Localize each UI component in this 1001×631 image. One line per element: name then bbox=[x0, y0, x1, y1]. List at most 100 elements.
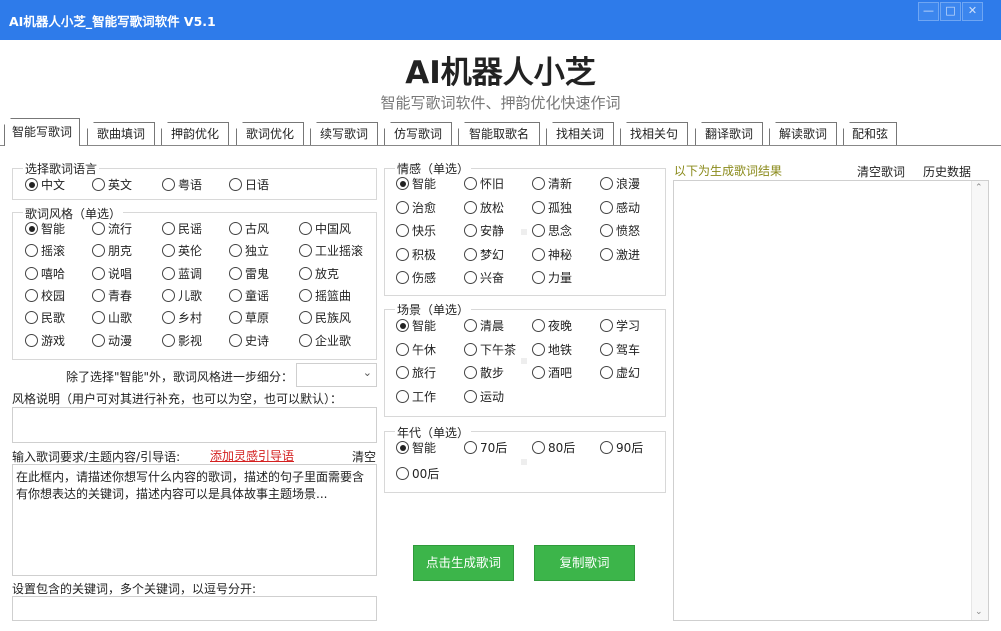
style-option[interactable]: 说唱 bbox=[92, 266, 132, 281]
style-option[interactable]: 独立 bbox=[229, 244, 269, 258]
radio-button[interactable] bbox=[532, 441, 545, 454]
keywords-input[interactable] bbox=[12, 596, 377, 621]
radio-button[interactable] bbox=[532, 247, 545, 261]
radio-button[interactable] bbox=[396, 467, 409, 480]
emotion-option[interactable]: 积极 bbox=[396, 247, 436, 262]
copy-lyrics-button[interactable]: 复制歌词 bbox=[534, 545, 635, 581]
style-option[interactable]: 中国风 bbox=[299, 222, 351, 236]
radio-button[interactable] bbox=[162, 333, 175, 347]
radio-button[interactable] bbox=[229, 311, 242, 325]
style-option[interactable]: 蓝调 bbox=[162, 266, 202, 281]
language-option[interactable]: 日语 bbox=[229, 178, 269, 192]
style-option[interactable]: 乡村 bbox=[162, 311, 202, 325]
emotion-option[interactable]: 安静 bbox=[464, 224, 504, 238]
emotion-option[interactable]: 神秘 bbox=[532, 247, 572, 262]
emotion-option[interactable]: 浪漫 bbox=[600, 177, 640, 191]
generate-lyrics-button[interactable]: 点击生成歌词 bbox=[413, 545, 514, 581]
radio-button[interactable] bbox=[229, 244, 242, 258]
radio-button[interactable] bbox=[229, 266, 242, 280]
radio-button[interactable] bbox=[396, 224, 409, 237]
radio-button[interactable] bbox=[92, 333, 105, 347]
tab-interpret-lyrics[interactable]: 解读歌词 bbox=[769, 122, 837, 145]
maximize-button[interactable]: □ bbox=[940, 2, 961, 21]
radio-button[interactable] bbox=[396, 342, 409, 356]
emotion-option[interactable]: 快乐 bbox=[396, 224, 436, 238]
radio-button[interactable] bbox=[229, 333, 242, 347]
style-option[interactable]: 雷鬼 bbox=[229, 266, 269, 281]
requirement-textarea[interactable]: 在此框内，请描述你想写什么内容的歌词，描述的句子里面需要含有你想表达的关键词，描… bbox=[12, 464, 377, 576]
style-option[interactable]: 嘻哈 bbox=[25, 266, 65, 281]
style-option[interactable]: 民族风 bbox=[299, 311, 351, 325]
radio-button[interactable] bbox=[532, 224, 545, 237]
radio-button[interactable] bbox=[299, 244, 312, 258]
radio-button[interactable] bbox=[600, 247, 613, 261]
style-option[interactable]: 古风 bbox=[229, 222, 269, 236]
radio-button[interactable] bbox=[600, 200, 613, 214]
radio-button[interactable] bbox=[396, 389, 409, 403]
emotion-option[interactable]: 智能 bbox=[396, 177, 436, 191]
radio-button[interactable] bbox=[92, 244, 105, 258]
radio-button[interactable] bbox=[532, 271, 545, 284]
radio-button[interactable] bbox=[229, 222, 242, 235]
radio-button[interactable] bbox=[92, 288, 105, 302]
emotion-option[interactable]: 治愈 bbox=[396, 200, 436, 215]
style-option[interactable]: 校园 bbox=[25, 288, 65, 303]
style-option[interactable]: 童谣 bbox=[229, 288, 269, 303]
refine-select[interactable]: ⌄ bbox=[296, 363, 377, 387]
radio-button[interactable] bbox=[396, 441, 409, 454]
radio-button[interactable] bbox=[92, 222, 105, 235]
emotion-option[interactable]: 力量 bbox=[532, 271, 572, 285]
minimize-button[interactable]: — bbox=[918, 2, 939, 21]
scene-option[interactable]: 地铁 bbox=[532, 342, 572, 357]
scene-option[interactable]: 虚幻 bbox=[600, 366, 640, 380]
radio-button[interactable] bbox=[396, 247, 409, 261]
style-option[interactable]: 民歌 bbox=[25, 311, 65, 325]
style-option[interactable]: 摇篮曲 bbox=[299, 288, 351, 303]
style-option[interactable]: 游戏 bbox=[25, 333, 65, 348]
radio-button[interactable] bbox=[464, 342, 477, 356]
style-option[interactable]: 工业摇滚 bbox=[299, 244, 363, 258]
result-textarea[interactable]: ⌃ ⌄ bbox=[673, 180, 989, 621]
radio-button[interactable] bbox=[464, 224, 477, 237]
radio-button[interactable] bbox=[396, 366, 409, 379]
radio-button[interactable] bbox=[464, 247, 477, 261]
radio-button[interactable] bbox=[25, 333, 38, 347]
radio-button[interactable] bbox=[464, 441, 477, 454]
emotion-option[interactable]: 清新 bbox=[532, 177, 572, 191]
radio-button[interactable] bbox=[532, 319, 545, 332]
scene-option[interactable]: 工作 bbox=[396, 389, 436, 404]
tab-smart-lyrics[interactable]: 智能写歌词 bbox=[4, 118, 80, 146]
style-option[interactable]: 企业歌 bbox=[299, 333, 351, 348]
emotion-option[interactable]: 梦幻 bbox=[464, 247, 504, 262]
style-option[interactable]: 儿歌 bbox=[162, 288, 202, 303]
style-option[interactable]: 草原 bbox=[229, 311, 269, 325]
radio-button[interactable] bbox=[600, 319, 613, 332]
history-button[interactable]: 历史数据 bbox=[923, 163, 971, 180]
radio-button[interactable] bbox=[25, 244, 38, 258]
radio-button[interactable] bbox=[600, 366, 613, 379]
style-option[interactable]: 山歌 bbox=[92, 311, 132, 325]
radio-button[interactable] bbox=[464, 319, 477, 332]
style-option[interactable]: 青春 bbox=[92, 288, 132, 303]
radio-button[interactable] bbox=[25, 222, 38, 235]
tab-lyrics-optimize[interactable]: 歌词优化 bbox=[236, 122, 304, 145]
radio-button[interactable] bbox=[162, 266, 175, 280]
era-option[interactable]: 70后 bbox=[464, 441, 507, 455]
radio-button[interactable] bbox=[162, 222, 175, 235]
scene-option[interactable]: 下午茶 bbox=[464, 342, 516, 357]
style-option[interactable]: 影视 bbox=[162, 333, 202, 348]
radio-button[interactable] bbox=[600, 441, 613, 454]
style-note-input[interactable] bbox=[12, 407, 377, 443]
radio-button[interactable] bbox=[600, 342, 613, 356]
tab-song-fill[interactable]: 歌曲填词 bbox=[87, 122, 155, 145]
tab-translate-lyrics[interactable]: 翻译歌词 bbox=[695, 122, 763, 145]
style-option[interactable]: 放克 bbox=[299, 266, 339, 281]
radio-button[interactable] bbox=[532, 366, 545, 379]
radio-button[interactable] bbox=[464, 177, 477, 190]
style-option[interactable]: 朋克 bbox=[92, 244, 132, 258]
radio-button[interactable] bbox=[464, 200, 477, 214]
scene-option[interactable]: 午休 bbox=[396, 342, 436, 357]
emotion-option[interactable]: 兴奋 bbox=[464, 271, 504, 285]
scene-option[interactable]: 驾车 bbox=[600, 342, 640, 357]
radio-button[interactable] bbox=[464, 389, 477, 403]
